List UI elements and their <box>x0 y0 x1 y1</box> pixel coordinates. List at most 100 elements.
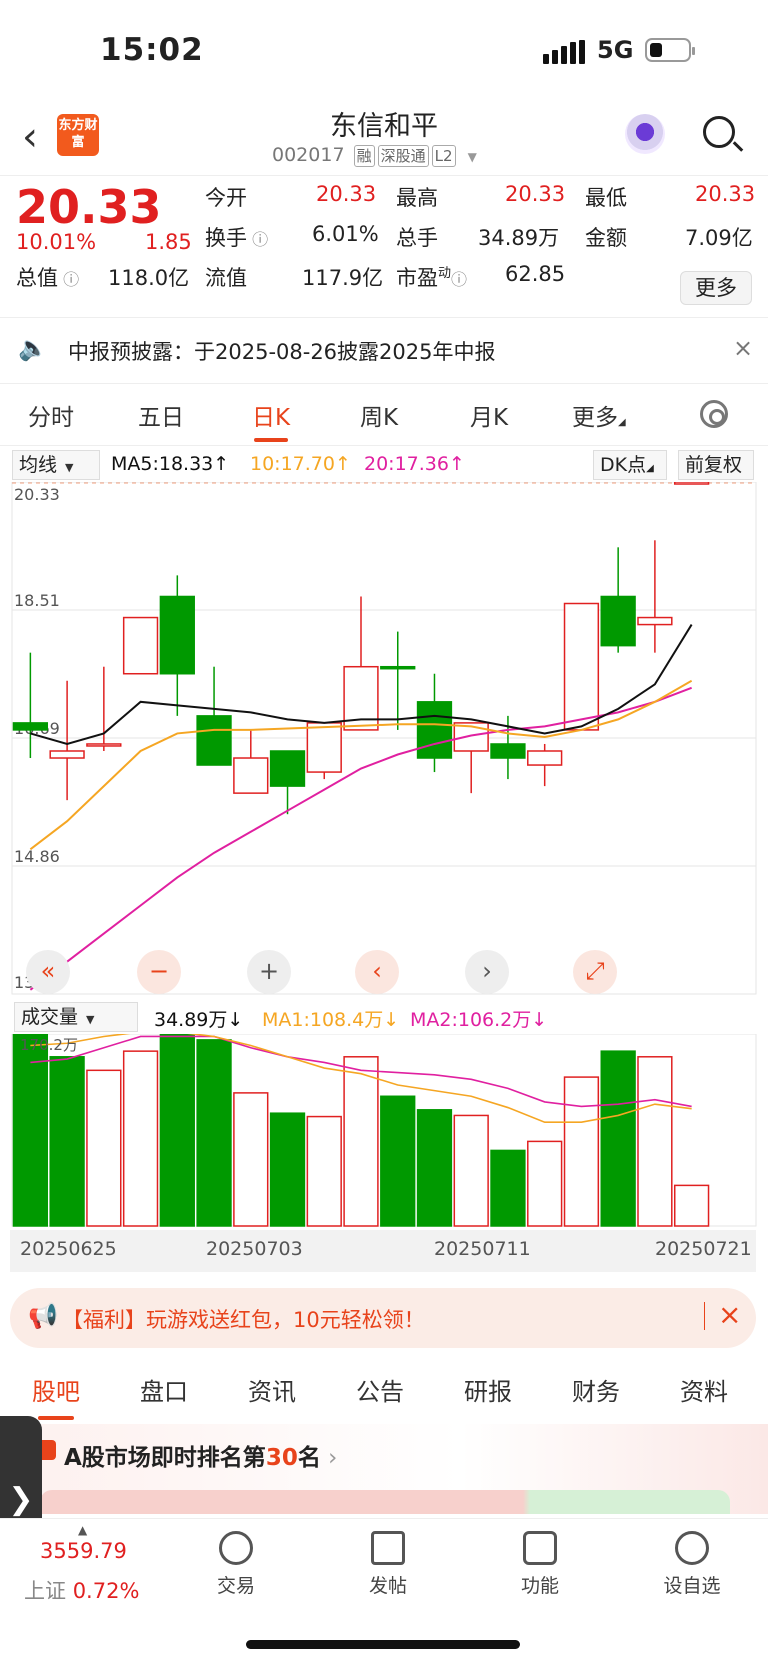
candle-body <box>527 750 563 766</box>
date-label: 20250711 <box>434 1238 531 1260</box>
tab-announcements[interactable]: 公告 <box>356 1372 404 1407</box>
tab-research[interactable]: 研报 <box>464 1372 512 1407</box>
candle-body <box>122 616 159 675</box>
amount-value: 7.09亿 <box>685 226 753 250</box>
date-label: 20250703 <box>206 1238 303 1260</box>
tab-weekly-k[interactable]: 周K <box>360 398 398 432</box>
fullscreen-button[interactable]: ⤢ <box>573 950 617 994</box>
chevron-down-icon[interactable]: ▼ <box>468 150 477 164</box>
next-button[interactable]: › <box>465 950 509 994</box>
rank-banner[interactable]: A股市场即时排名第30名 › <box>0 1424 768 1514</box>
volume-value: 34.89万 <box>478 226 560 250</box>
candle-body <box>563 602 600 731</box>
float-label: 流值 <box>205 266 247 290</box>
volume-bar <box>306 1115 342 1227</box>
zoom-out-button[interactable]: − <box>137 950 181 994</box>
last-price: 20.33 <box>16 180 162 234</box>
volume-select[interactable]: 成交量 ▼ <box>14 1002 138 1032</box>
more-button[interactable]: 更多 <box>680 271 752 305</box>
ma20-legend: 20:17.36↑ <box>364 453 465 475</box>
turnover-value: 6.01% <box>312 222 379 246</box>
volume-bar <box>12 1034 49 1227</box>
volume-bar <box>673 1184 710 1227</box>
chevron-up-icon[interactable]: ▲ <box>78 1523 87 1537</box>
float-value: 117.9亿 <box>302 266 384 290</box>
candle-body <box>233 757 269 794</box>
change-value: 1.85 <box>145 230 192 254</box>
candle-body <box>196 715 232 766</box>
volume-bar <box>49 1056 85 1227</box>
low-value: 20.33 <box>695 182 756 206</box>
ma-select[interactable]: 均线 ▼ <box>12 450 100 480</box>
grid-icon <box>523 1531 557 1565</box>
tab-more[interactable]: 更多◢ <box>572 398 626 432</box>
rise-fall-bar <box>40 1490 730 1514</box>
tag-margin: 融 <box>353 145 375 167</box>
tab-profile[interactable]: 资料 <box>680 1372 728 1407</box>
y-tick-label: 14.86 <box>14 847 60 866</box>
close-icon[interactable]: × <box>733 334 753 362</box>
search-icon[interactable] <box>703 116 735 148</box>
tab-pankou[interactable]: 盘口 <box>140 1372 188 1407</box>
turnover-label: 换手 ⓘ <box>205 226 269 250</box>
tab-finance[interactable]: 财务 <box>572 1372 620 1407</box>
stock-header: ‹ 东方财富 东信和平 002017 融深股通 L2 ▼ <box>0 100 768 176</box>
divider <box>704 1302 705 1330</box>
tab-guba[interactable]: 股吧 <box>32 1372 80 1420</box>
nav-post[interactable]: 发帖 <box>348 1531 428 1598</box>
volume-bar <box>196 1039 232 1227</box>
dk-point-select[interactable]: DK点◢ <box>593 450 667 480</box>
high-label: 最高 <box>396 186 438 210</box>
date-label: 20250721 <box>655 1238 752 1260</box>
prev-button[interactable]: ‹ <box>355 950 399 994</box>
kline-chart[interactable]: 20.3318.5116.6914.8613.04 <box>0 482 768 1002</box>
signal-icon <box>543 40 588 68</box>
volume-bar <box>380 1095 416 1227</box>
more-dots-icon <box>675 1531 709 1565</box>
edit-icon <box>371 1531 405 1565</box>
mktcap-label: 总值 ⓘ <box>16 266 80 290</box>
quote-panel: 20.33 10.01% 1.85 总值 ⓘ 118.0亿 今开 20.33 换… <box>0 176 768 318</box>
period-tabs: 分时 五日 日K 周K 月K 更多◢ <box>0 384 768 446</box>
notice-text: 中报预披露：于2025-08-26披露2025年中报 <box>68 340 496 364</box>
candle-body <box>12 722 49 731</box>
battery-icon <box>645 38 695 62</box>
tab-intraday[interactable]: 分时 <box>28 398 74 432</box>
tag-l2: L2 <box>431 145 456 167</box>
stock-code-row[interactable]: 002017 融深股通 L2 ▼ <box>272 144 477 167</box>
zoom-in-button[interactable]: + <box>247 950 291 994</box>
adjust-select[interactable]: 前复权 <box>678 450 754 480</box>
volume-chart[interactable] <box>0 1034 768 1230</box>
promo-banner[interactable]: 📢 【福利】玩游戏送红包，10元轻松领！ × <box>10 1288 756 1348</box>
nav-functions[interactable]: 功能 <box>500 1531 580 1598</box>
rank-text: A股市场即时排名第30名 › <box>64 1445 338 1471</box>
ma10-legend: 10:17.70↑ <box>250 453 351 475</box>
pe-label: 市盈动ⓘ <box>396 266 468 290</box>
tab-5day[interactable]: 五日 <box>138 398 184 432</box>
tab-daily-k[interactable]: 日K <box>252 398 290 442</box>
candle-body <box>416 701 453 759</box>
candle-body <box>306 722 342 773</box>
tab-news[interactable]: 资讯 <box>248 1372 296 1407</box>
tab-monthly-k[interactable]: 月K <box>470 398 508 432</box>
report-notice[interactable]: 🔈 中报预披露：于2025-08-26披露2025年中报 × <box>0 318 768 384</box>
date-axis <box>10 1230 756 1272</box>
volume-axis-max: 170.2万 <box>20 1036 78 1054</box>
rewind-button[interactable]: « <box>26 950 70 994</box>
trade-icon <box>219 1531 253 1565</box>
volume-bar <box>416 1109 453 1227</box>
candle-body <box>637 616 673 626</box>
amount-label: 金额 <box>585 226 627 250</box>
home-indicator <box>246 1640 520 1649</box>
assistant-robot-icon[interactable] <box>625 114 665 154</box>
gear-icon[interactable] <box>700 400 728 428</box>
volume-bar <box>343 1056 379 1227</box>
nav-trade[interactable]: 交易 <box>196 1531 276 1598</box>
index-row[interactable]: 上证 0.72% <box>24 1575 139 1605</box>
volume-bar <box>600 1050 636 1227</box>
nav-watchlist[interactable]: 设自选 <box>652 1531 732 1598</box>
index-value: 3559.79 <box>40 1539 127 1563</box>
tag-connect: 深股通 <box>377 145 429 167</box>
volume-value: 34.89万↓ <box>154 1009 244 1031</box>
close-icon[interactable]: × <box>718 1298 741 1331</box>
